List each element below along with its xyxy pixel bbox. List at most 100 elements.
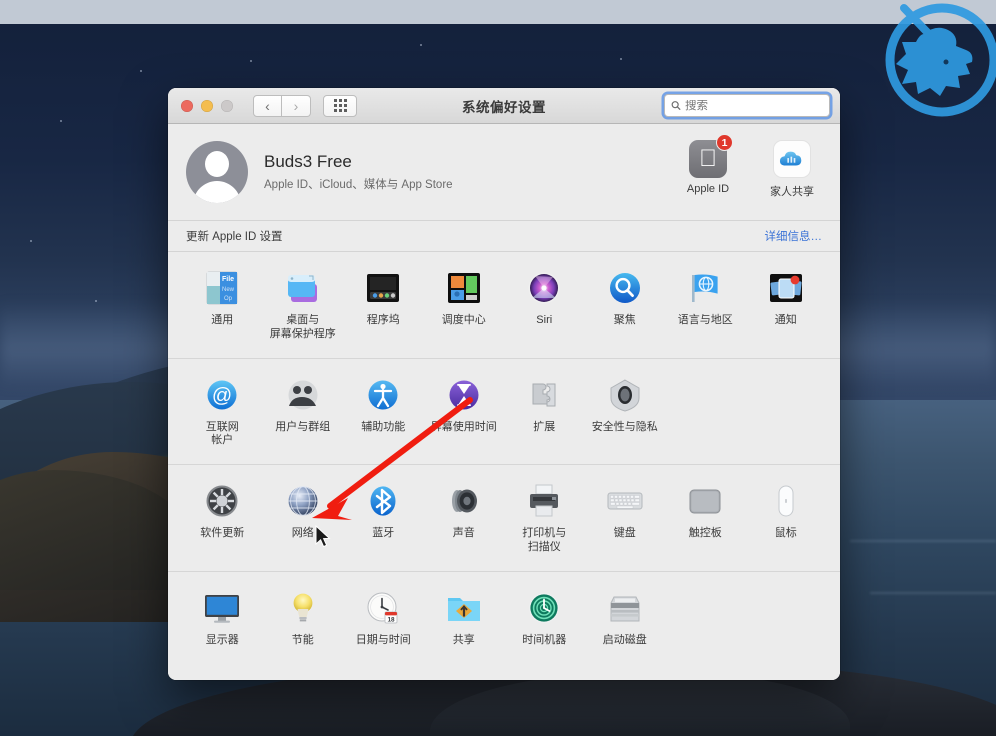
notifications-icon <box>766 268 806 308</box>
search-input[interactable] <box>684 99 823 112</box>
pref-label: 键盘 <box>613 527 636 539</box>
pref-sharing[interactable]: 共享 <box>424 586 505 658</box>
general-icon: File New Op <box>202 268 242 308</box>
pref-dock[interactable]: 程序坞 <box>343 266 424 352</box>
pref-row-1: File New Op 通用 桌面与 屏幕保护程序 程序坞 调度中心 Siri … <box>182 266 826 352</box>
svg-text:18: 18 <box>388 616 396 623</box>
pref-label: 声音 <box>452 527 475 539</box>
avatar-head <box>205 151 229 177</box>
language-region-icon <box>685 268 725 308</box>
family-sharing-label: 家人共享 <box>770 186 814 198</box>
minimize-button[interactable] <box>201 99 213 112</box>
svg-text:File: File <box>222 276 234 283</box>
startup-disk-icon <box>605 588 645 628</box>
svg-text:New: New <box>222 287 235 293</box>
details-link[interactable]: 详细信息… <box>765 228 823 244</box>
users-groups-icon <box>283 375 323 415</box>
printers-scanners-icon <box>524 481 564 521</box>
pref-label: 打印机与 扫描仪 <box>522 527 567 553</box>
pref-label: 用户与群组 <box>275 420 331 433</box>
pref-language-region[interactable]: 语言与地区 <box>665 266 746 352</box>
mouse-icon <box>766 481 806 521</box>
pref-label: 日期与时间 <box>355 633 411 646</box>
network-icon <box>283 481 323 521</box>
pref-bluetooth[interactable]: 蓝牙 <box>343 479 424 565</box>
avatar[interactable] <box>186 141 248 203</box>
siri-icon <box>524 268 564 308</box>
pref-displays[interactable]: 显示器 <box>182 586 263 658</box>
pref-label: 通知 <box>774 314 797 326</box>
pref-general[interactable]: File New Op 通用 <box>182 266 263 352</box>
pref-desktop-screensaver[interactable]: 桌面与 屏幕保护程序 <box>263 266 344 352</box>
pref-time-machine[interactable]: 时间机器 <box>504 586 585 658</box>
forward-button[interactable]: › <box>282 94 311 117</box>
dock-icon <box>363 268 403 308</box>
pref-mouse[interactable]: 鼠标 <box>746 479 827 565</box>
pref-spotlight[interactable]: 聚焦 <box>585 266 666 352</box>
pref-label: 聚焦 <box>613 314 636 326</box>
menu-bar <box>0 0 996 24</box>
pref-label: 鼠标 <box>774 527 797 539</box>
pref-users-groups[interactable]: 用户与群组 <box>263 373 344 459</box>
accessibility-icon <box>363 375 403 415</box>
svg-text:Op: Op <box>224 296 233 302</box>
pref-security-privacy[interactable]: 安全性与隐私 <box>585 373 666 459</box>
trackpad-icon <box>685 481 725 521</box>
pref-label: 屏幕使用时间 <box>430 420 497 433</box>
internet-accounts-icon: @ <box>202 375 242 415</box>
pref-energy-saver[interactable]: 节能 <box>263 586 344 658</box>
pref-sound[interactable]: 声音 <box>424 479 505 565</box>
search-field[interactable] <box>664 94 830 117</box>
pref-label: 语言与地区 <box>677 314 733 326</box>
update-apple-id-banner[interactable]: 更新 Apple ID 设置 详细信息… <box>168 220 840 252</box>
pref-printers-scanners[interactable]: 打印机与 扫描仪 <box>504 479 585 565</box>
pref-label: 蓝牙 <box>372 527 395 539</box>
pref-row-3: 软件更新 网络 蓝牙 声音 打印机与 扫描仪 键盘 触控板 鼠标 <box>182 479 826 565</box>
pref-network[interactable]: 网络 <box>263 479 344 565</box>
pref-keyboard[interactable]: 键盘 <box>585 479 666 565</box>
pref-label: 节能 <box>291 633 314 646</box>
pref-label: 软件更新 <box>200 527 245 539</box>
search-icon <box>671 101 681 110</box>
security-privacy-icon <box>605 375 645 415</box>
pref-notifications[interactable]: 通知 <box>746 266 827 352</box>
icloud-icon <box>773 140 811 178</box>
pref-siri[interactable]: Siri <box>504 266 585 352</box>
energy-saver-icon <box>283 588 323 628</box>
desktop-screensaver-icon <box>283 268 323 308</box>
svg-text:@: @ <box>212 385 232 407</box>
pref-screen-time[interactable]: 屏幕使用时间 <box>424 373 505 459</box>
back-button[interactable]: ‹ <box>253 94 282 117</box>
section-personal: File New Op 通用 桌面与 屏幕保护程序 程序坞 调度中心 Siri … <box>168 252 840 358</box>
pref-startup-disk[interactable]: 启动磁盘 <box>585 586 666 658</box>
pref-label: 安全性与隐私 <box>591 420 658 433</box>
account-shortcut-group:  1 Apple ID 家人共享 <box>678 134 822 199</box>
software-update-icon <box>202 481 242 521</box>
pref-extensions[interactable]: 扩展 <box>504 373 585 459</box>
avatar-body <box>193 181 241 203</box>
section-hardware: 软件更新 网络 蓝牙 声音 打印机与 扫描仪 键盘 触控板 鼠标 <box>168 464 840 571</box>
pref-mission-control[interactable]: 调度中心 <box>424 266 505 352</box>
pref-trackpad[interactable]: 触控板 <box>665 479 746 565</box>
pref-accessibility[interactable]: 辅助功能 <box>343 373 424 459</box>
spotlight-icon <box>605 268 645 308</box>
pref-internet-accounts[interactable]: @ 互联网 帐户 <box>182 373 263 459</box>
pref-software-update[interactable]: 软件更新 <box>182 479 263 565</box>
show-all-grid-button[interactable] <box>323 94 357 117</box>
family-sharing-shortcut[interactable]: 家人共享 <box>762 140 822 199</box>
apple-id-account-row[interactable]: Buds3 Free Apple ID、iCloud、媒体与 App Store… <box>168 124 840 220</box>
pref-label: 通用 <box>211 314 234 326</box>
close-button[interactable] <box>181 99 193 112</box>
screen-time-icon <box>444 375 484 415</box>
pref-date-time[interactable]: 18 日期与时间 <box>343 586 424 658</box>
apple-id-shortcut[interactable]:  1 Apple ID <box>678 134 738 199</box>
pref-label: 互联网 帐户 <box>205 420 239 447</box>
pref-label: 扩展 <box>533 420 556 433</box>
pref-label: 时间机器 <box>522 633 567 646</box>
account-subtitle: Apple ID、iCloud、媒体与 App Store <box>264 179 453 191</box>
pref-label: 调度中心 <box>441 314 486 326</box>
section-system: 显示器 节能 18 日期与时间 共享 时间机器 启动磁盘 <box>168 570 840 664</box>
zoom-button <box>221 99 233 112</box>
status-badge: 1 <box>716 134 733 151</box>
system-preferences-window[interactable]: ‹ › 系统偏好设置 Buds3 Free Apple ID、iCloud、媒体… <box>168 88 840 680</box>
